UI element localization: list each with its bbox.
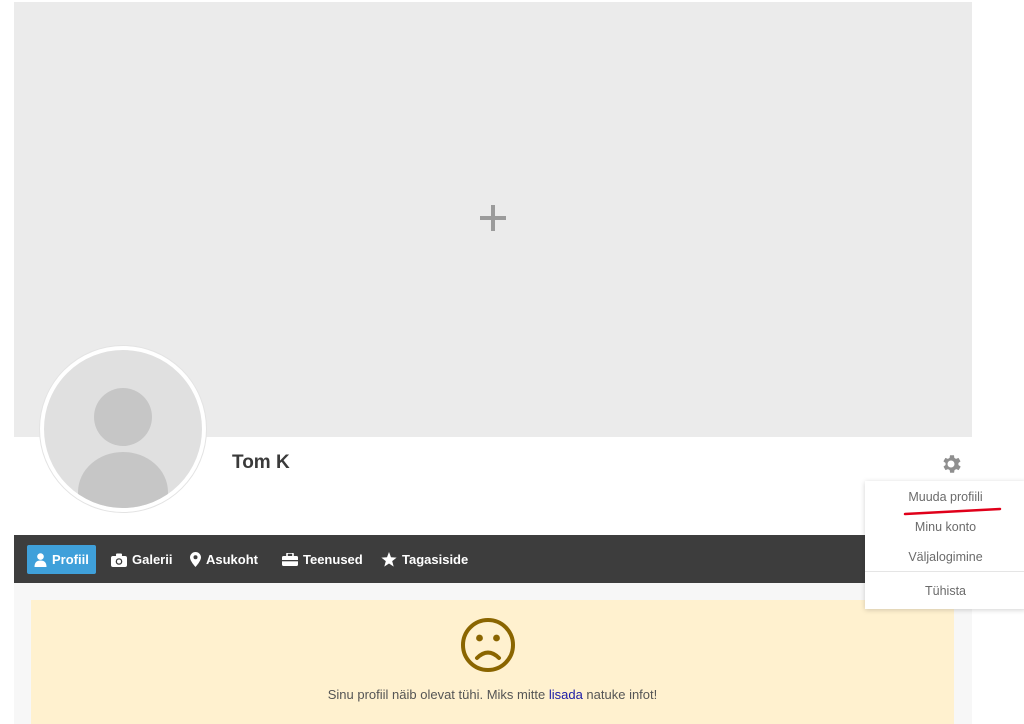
tab-label: Tagasiside: [402, 552, 469, 567]
tab-label: Galerii: [132, 552, 173, 567]
notice-text-after: natuke infot!: [582, 687, 658, 702]
menu-item-my-account[interactable]: Minu konto: [865, 520, 1024, 534]
profile-nav-bar: Profiil Galerii Asukoht Teenused Tagasis…: [14, 535, 972, 583]
avatar-shoulders: [78, 452, 168, 508]
user-icon: [34, 552, 47, 567]
menu-item-logout[interactable]: Väljalogimine: [865, 550, 1024, 564]
star-icon: [381, 552, 397, 567]
avatar[interactable]: [40, 346, 206, 512]
tab-galerii[interactable]: Galerii: [111, 545, 172, 574]
add-info-link[interactable]: lisada: [549, 687, 583, 702]
tab-teenused[interactable]: Teenused: [282, 545, 363, 574]
profile-name: Tom K: [232, 452, 290, 473]
tab-profiil[interactable]: Profiil: [27, 545, 96, 574]
tab-label: Teenused: [303, 552, 363, 567]
sad-face-icon: [461, 618, 515, 672]
menu-item-cancel[interactable]: Tühista: [865, 584, 1024, 598]
settings-dropdown: Muuda profiili Minu konto Väljalogimine …: [865, 481, 1024, 609]
gear-icon[interactable]: [939, 452, 963, 476]
tab-asukoht[interactable]: Asukoht: [190, 545, 258, 574]
briefcase-icon: [282, 552, 298, 566]
avatar-head: [94, 388, 152, 446]
tab-label: Profiil: [52, 552, 89, 567]
map-pin-icon: [190, 552, 201, 567]
tab-tagasiside[interactable]: Tagasiside: [381, 545, 468, 574]
dropdown-divider: [865, 571, 1024, 572]
camera-icon: [111, 553, 127, 567]
plus-icon[interactable]: [480, 205, 506, 231]
tab-label: Asukoht: [206, 552, 258, 567]
notice-text-before: Sinu profiil näib olevat tühi. Miks mitt…: [327, 687, 549, 702]
empty-profile-message: Sinu profiil näib olevat tühi. Miks mitt…: [31, 687, 954, 702]
menu-item-edit-profile[interactable]: Muuda profiili: [865, 490, 1024, 504]
annotation-underline: [903, 507, 1002, 516]
